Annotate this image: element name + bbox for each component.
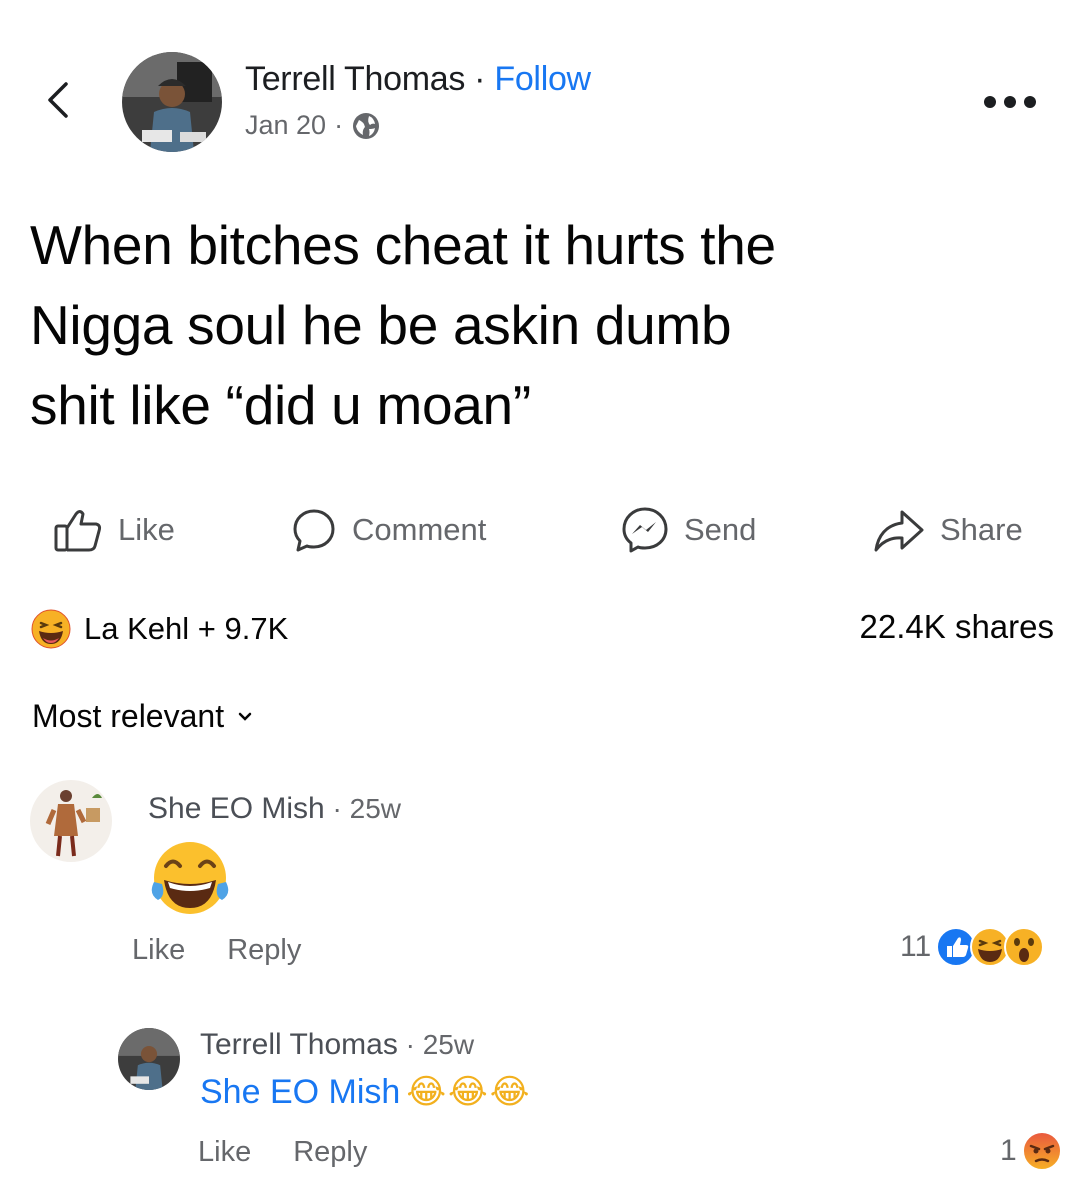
laughing-reaction-icon: [31, 609, 71, 649]
post-author-line: Terrell Thomas · Follow: [245, 60, 591, 99]
separator-dot: ·: [465, 60, 495, 98]
messenger-icon: [622, 507, 668, 553]
comment-timestamp: · 25w: [324, 793, 401, 824]
post-text-line: Nigga soul he be askin dumb: [30, 294, 732, 356]
reply-emojis: 😂😂😂: [406, 1072, 532, 1112]
back-button[interactable]: [38, 78, 82, 122]
reply-reactions[interactable]: 1: [1000, 1130, 1063, 1172]
reactions-summary[interactable]: La Kehl + 9.7K: [30, 608, 288, 650]
post-date[interactable]: Jan 20: [245, 110, 326, 141]
reactors-text: La Kehl + 9.7K: [84, 611, 289, 646]
follow-button[interactable]: Follow: [494, 60, 591, 98]
avatar-photo: [30, 780, 112, 862]
shares-count[interactable]: 22.4K shares: [860, 608, 1054, 646]
chevron-down-icon: [238, 712, 252, 721]
wow-reaction-icon: [1004, 927, 1045, 967]
avatar-photo: [122, 52, 222, 152]
post-text-line: When bitches cheat it hurts the: [30, 214, 776, 276]
send-label: Send: [684, 512, 757, 547]
comment-label: Comment: [352, 512, 487, 547]
comment-reply-button[interactable]: Reply: [227, 934, 301, 967]
comment-actions: Like Reply: [132, 934, 301, 967]
date-separator: ·: [334, 110, 344, 140]
reply-content: She EO Mish 😂😂😂: [200, 1072, 532, 1112]
comment-reaction-count: 11: [900, 930, 932, 963]
share-button[interactable]: Share: [872, 505, 1023, 555]
reply-reply-button[interactable]: Reply: [293, 1136, 367, 1169]
more-options-button[interactable]: [980, 92, 1050, 112]
tears-of-joy-emoji-icon: [151, 842, 229, 914]
author-avatar[interactable]: [122, 52, 222, 152]
commenter-avatar[interactable]: [30, 780, 112, 862]
post-author-name[interactable]: Terrell Thomas: [245, 60, 465, 98]
share-arrow-icon: [874, 510, 924, 552]
more-dots-icon: [984, 96, 1036, 108]
comment-button[interactable]: Comment: [290, 505, 486, 555]
thumbs-up-icon: [54, 510, 102, 552]
reply-author-avatar[interactable]: [118, 1028, 180, 1090]
post-meta: Jan 20 ·: [245, 110, 381, 141]
reply-actions: Like Reply: [198, 1136, 367, 1169]
mention-link[interactable]: She EO Mish: [200, 1073, 400, 1112]
reply-reaction-count: 1: [1000, 1134, 1017, 1167]
reply-like-button[interactable]: Like: [198, 1136, 251, 1169]
comment-author-line: She EO Mish · 25w: [148, 792, 401, 826]
like-label: Like: [118, 512, 175, 547]
comments-sort-dropdown[interactable]: Most relevant: [32, 698, 252, 735]
post-text-line: shit like “did u moan”: [30, 374, 531, 436]
comment-bubble-icon: [293, 509, 335, 552]
send-button[interactable]: Send: [620, 505, 756, 555]
comment-like-button[interactable]: Like: [132, 934, 185, 967]
post-text: When bitches cheat it hurts the Nigga so…: [30, 205, 1060, 445]
chevron-left-icon: [48, 82, 68, 118]
angry-reaction-icon: [1021, 1131, 1062, 1171]
avatar-photo: [118, 1028, 180, 1090]
reply-author-line: Terrell Thomas · 25w: [200, 1028, 474, 1062]
like-button[interactable]: Like: [52, 505, 175, 555]
reply-timestamp: · 25w: [397, 1029, 475, 1060]
comment-content-emoji: [146, 838, 234, 925]
reply-author-name[interactable]: Terrell Thomas: [200, 1028, 398, 1061]
globe-icon: [353, 112, 380, 139]
comment-author-name[interactable]: She EO Mish: [148, 792, 325, 825]
share-label: Share: [940, 512, 1023, 547]
sort-label: Most relevant: [32, 698, 225, 734]
comment-reactions[interactable]: 11: [900, 926, 1045, 968]
